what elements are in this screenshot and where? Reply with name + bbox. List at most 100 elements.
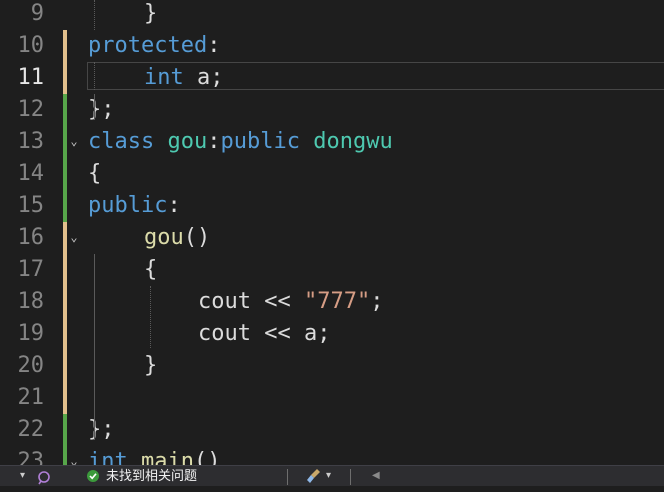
- current-line-highlight: [87, 62, 664, 90]
- code-text: {: [88, 158, 101, 190]
- line-number: 19: [17, 321, 45, 346]
- code-token: cout: [198, 321, 251, 346]
- indent-guide: [150, 286, 151, 348]
- code-line[interactable]: 10 protected:: [0, 30, 664, 62]
- line-number: 17: [17, 257, 45, 282]
- code-text: protected:: [88, 30, 220, 62]
- scroll-left-icon[interactable]: ◀: [372, 466, 380, 486]
- code-token: main: [141, 449, 194, 465]
- change-marker: [63, 286, 67, 318]
- code-token: };: [88, 97, 115, 122]
- code-cleanup-brush-icon[interactable]: [305, 466, 323, 486]
- code-token: gou: [167, 129, 208, 154]
- code-token: class: [88, 129, 155, 154]
- code-token: :: [207, 129, 221, 154]
- line-number: 10: [17, 33, 45, 58]
- line-number: 15: [17, 193, 45, 218]
- code-token: dongwu: [313, 129, 393, 154]
- code-token: :: [167, 193, 181, 218]
- indent-guide: [94, 0, 95, 30]
- issues-status-text[interactable]: 未找到相关问题: [106, 466, 197, 486]
- code-text: gou(): [144, 222, 210, 254]
- fold-chevron-icon[interactable]: ⌄: [68, 455, 80, 465]
- code-editor[interactable]: 9} 10 protected: 11 int a; 12}; 13 ⌄ class gou:p…: [0, 0, 664, 465]
- code-line[interactable]: 13 ⌄ class gou:public dongwu: [0, 126, 664, 158]
- code-line[interactable]: 12};: [0, 94, 664, 126]
- change-marker: [63, 94, 67, 126]
- code-text: public:: [88, 190, 181, 222]
- code-token: int: [88, 449, 128, 465]
- change-marker: [63, 350, 67, 382]
- line-number: 18: [17, 289, 45, 314]
- code-text: class gou:public dongwu: [88, 126, 393, 158]
- line-number: 16: [17, 225, 45, 250]
- line-number: 23: [17, 449, 45, 465]
- code-text: cout << "777";: [198, 286, 383, 318]
- code-token: "777": [303, 289, 371, 314]
- code-token: (): [183, 225, 211, 250]
- code-token: }: [144, 1, 158, 26]
- status-bar: ▾ 未找到相关问题 ▾ ◀: [0, 465, 664, 486]
- code-line[interactable]: 23 ⌄ int main(): [0, 446, 664, 465]
- line-number: 22: [17, 417, 45, 442]
- change-marker: [63, 30, 67, 62]
- line-number: 13: [17, 129, 45, 154]
- change-marker: [63, 254, 67, 286]
- code-line[interactable]: 15 public:: [0, 190, 664, 222]
- code-text: int main(): [88, 446, 220, 465]
- line-number: 20: [17, 353, 45, 378]
- code-token: };: [88, 417, 115, 442]
- code-token: }: [144, 353, 158, 378]
- fold-chevron-icon[interactable]: ⌄: [68, 231, 80, 243]
- change-marker: [63, 222, 67, 254]
- indent-guide: [94, 94, 95, 120]
- code-text: {: [144, 254, 157, 286]
- code-token: cout: [198, 289, 251, 314]
- indent-guide: [94, 254, 95, 440]
- code-token: public: [220, 129, 300, 154]
- line-number: 11: [17, 65, 45, 90]
- code-token: (): [193, 449, 221, 465]
- change-marker: [63, 158, 67, 190]
- code-line[interactable]: 22};: [0, 414, 664, 446]
- code-text: };: [88, 414, 115, 446]
- change-marker: [63, 318, 67, 350]
- status-separator: [287, 469, 288, 485]
- code-line[interactable]: 19 cout << a;: [0, 318, 664, 350]
- line-number: 14: [17, 161, 45, 186]
- code-line[interactable]: 20}: [0, 350, 664, 382]
- intellisense-icon[interactable]: [36, 466, 52, 486]
- code-token: protected: [88, 33, 208, 58]
- change-marker: [63, 414, 67, 446]
- line-number: 12: [17, 97, 45, 122]
- code-line[interactable]: 16 ⌄ gou(): [0, 222, 664, 254]
- code-text: cout << a;: [198, 318, 330, 350]
- code-line[interactable]: 14 {: [0, 158, 664, 190]
- dropdown-arrow-icon[interactable]: ▾: [20, 466, 25, 486]
- code-token: {: [144, 257, 158, 282]
- code-text: }: [144, 350, 157, 382]
- code-token: gou: [144, 225, 184, 250]
- code-token: <<: [250, 289, 304, 314]
- check-circle-icon[interactable]: [86, 466, 100, 486]
- change-marker: [63, 190, 67, 222]
- code-token: :: [207, 33, 221, 58]
- code-text: };: [88, 94, 115, 126]
- brush-dropdown-arrow-icon[interactable]: ▾: [326, 466, 331, 486]
- line-number: 9: [30, 1, 44, 26]
- change-marker: [63, 382, 67, 414]
- code-token: public: [88, 193, 168, 218]
- code-line[interactable]: 18 cout << "777";: [0, 286, 664, 318]
- code-line[interactable]: 21: [0, 382, 664, 414]
- code-line[interactable]: 9}: [0, 0, 664, 30]
- code-token: {: [88, 161, 102, 186]
- change-marker: [63, 62, 67, 94]
- fold-chevron-icon[interactable]: ⌄: [68, 135, 80, 147]
- status-separator: [350, 469, 351, 485]
- code-token: << a;: [250, 321, 331, 346]
- line-number: 21: [17, 385, 45, 410]
- code-line[interactable]: 17 {: [0, 254, 664, 286]
